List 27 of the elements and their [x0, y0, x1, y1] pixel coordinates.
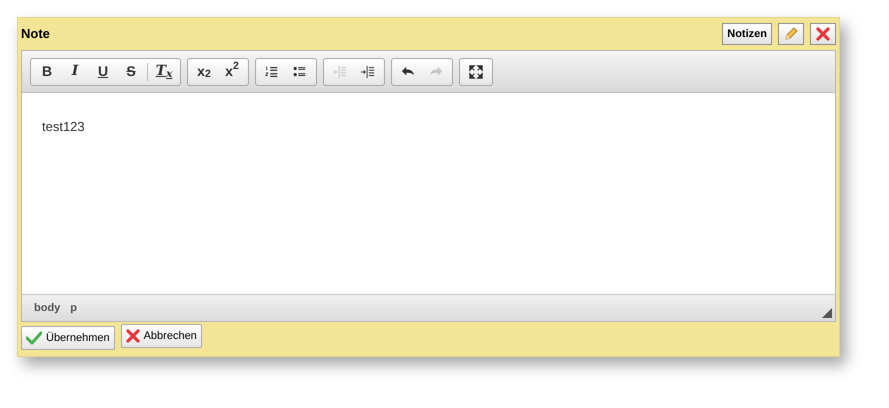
notes-button[interactable]: Notizen — [722, 23, 772, 45]
edit-button[interactable] — [778, 23, 804, 45]
close-button[interactable] — [810, 23, 836, 45]
numbered-list-icon — [265, 64, 279, 78]
maximize-icon — [469, 64, 483, 78]
close-icon — [816, 27, 830, 41]
superscript-button[interactable]: x$^{2}$ — [218, 60, 246, 82]
underline-button[interactable]: U — [89, 60, 117, 82]
checkmark-icon — [26, 331, 42, 345]
bold-button[interactable]: B — [33, 60, 61, 82]
bullet-list-icon — [293, 64, 307, 78]
cross-icon — [126, 329, 140, 343]
subscript-button[interactable]: x$_{2}$ — [190, 60, 218, 82]
pencil-icon — [783, 26, 799, 42]
path-item[interactable]: p — [70, 300, 78, 316]
strikethrough-button[interactable]: S — [117, 60, 145, 82]
undo-icon — [401, 64, 415, 78]
panel-title: Note — [21, 25, 50, 44]
cancel-button[interactable]: Abbrechen — [120, 324, 202, 348]
apply-button[interactable]: Übernehmen — [21, 326, 115, 350]
indent-icon — [361, 64, 375, 78]
resize-handle-icon[interactable] — [822, 308, 832, 318]
path-item[interactable]: body — [34, 300, 60, 316]
outdent-icon — [333, 64, 347, 78]
clear-format-button[interactable]: T$_{x}$ — [150, 60, 178, 82]
editor-text: test123 — [42, 119, 85, 134]
italic-button[interactable]: I — [61, 60, 89, 82]
